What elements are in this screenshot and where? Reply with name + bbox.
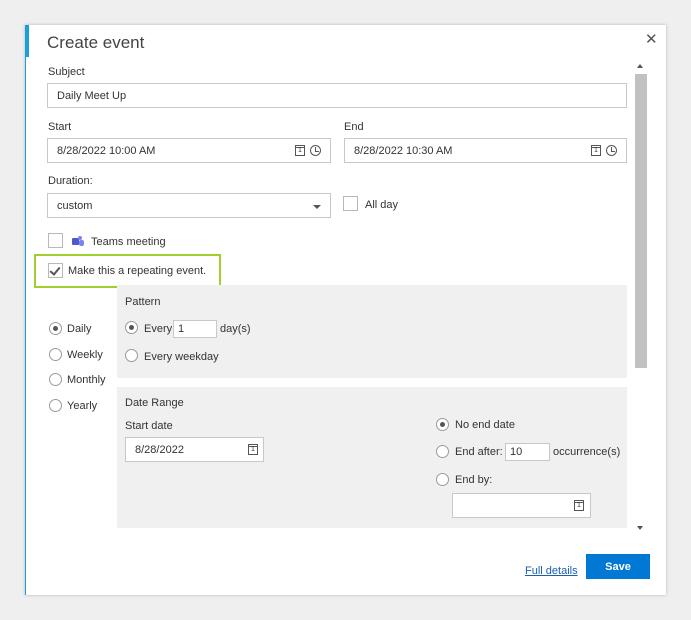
start-date-input[interactable]: 8/28/2022 [125,437,264,462]
occurrences-value: 10 [510,446,523,458]
teams-meeting-label: Teams meeting [91,236,166,248]
radio-end-by[interactable] [436,473,449,486]
full-details-link[interactable]: Full details [525,565,578,577]
all-day-label: All day [365,199,399,211]
weekly-label: Weekly [67,349,103,361]
every-days-value: 1 [178,323,185,335]
end-input[interactable]: 8/28/2022 10:30 AM [344,138,627,163]
dialog-accent-bar [25,25,29,57]
radio-no-end-date[interactable] [436,418,449,431]
all-day-checkbox[interactable] [343,196,358,211]
start-date-value: 8/28/2022 [135,443,184,456]
dialog-title: Create event [47,33,145,52]
scrollbar[interactable] [633,58,649,536]
daily-label: Daily [67,323,92,335]
occurrences-input[interactable]: 10 [505,443,550,461]
subject-input[interactable]: Daily Meet Up [47,83,627,108]
create-event-dialog: Create event ✕ Subject Daily Meet Up Sta… [25,25,666,595]
no-end-date-label: No end date [455,419,515,431]
end-label: End [344,121,364,133]
radio-every-weekday[interactable] [125,349,138,362]
start-date-label: Start date [125,420,173,432]
chevron-down-icon [313,205,321,209]
end-by-label: End by: [455,474,493,486]
start-label: Start [48,121,72,133]
date-range-heading: Date Range [125,397,184,409]
radio-weekly[interactable] [49,348,62,361]
calendar-icon[interactable] [574,500,584,511]
calendar-icon[interactable] [248,444,258,455]
calendar-icon[interactable] [591,145,601,156]
start-input[interactable]: 8/28/2022 10:00 AM [47,138,331,163]
occurrences-label: occurrence(s) [553,446,621,458]
radio-end-after[interactable] [436,445,449,458]
scroll-up-icon[interactable] [637,64,643,68]
repeating-checkbox[interactable] [48,263,63,278]
duration-select[interactable]: custom [47,193,331,218]
end-after-label: End after: [455,446,503,458]
close-icon[interactable]: ✕ [645,30,658,48]
yearly-label: Yearly [67,400,98,412]
teams-icon [72,236,84,246]
radio-yearly[interactable] [49,399,62,412]
radio-every-n-days[interactable] [125,321,138,334]
repeating-label: Make this a repeating event. [68,265,207,277]
radio-monthly[interactable] [49,373,62,386]
calendar-icon[interactable] [295,145,305,156]
teams-meeting-checkbox[interactable] [48,233,63,248]
checkmark-icon [49,264,61,276]
start-value: 8/28/2022 10:00 AM [57,144,156,157]
duration-value: custom [57,199,93,212]
duration-label: Duration: [48,175,93,187]
every-weekday-label: Every weekday [144,351,219,363]
every-days-input[interactable]: 1 [173,320,217,338]
days-unit-label: day(s) [220,323,251,335]
save-button[interactable]: Save [586,554,650,579]
radio-daily[interactable] [49,322,62,335]
pattern-heading: Pattern [125,296,161,308]
clock-icon[interactable] [310,145,321,156]
end-value: 8/28/2022 10:30 AM [354,144,453,157]
monthly-label: Monthly [67,374,106,386]
end-by-input[interactable] [452,493,591,518]
subject-value: Daily Meet Up [57,89,127,102]
scroll-down-icon[interactable] [637,526,643,530]
every-label: Every [144,323,173,335]
clock-icon[interactable] [606,145,617,156]
subject-label: Subject [48,66,85,78]
scrollbar-thumb[interactable] [635,74,647,368]
dialog-left-border [25,57,26,595]
